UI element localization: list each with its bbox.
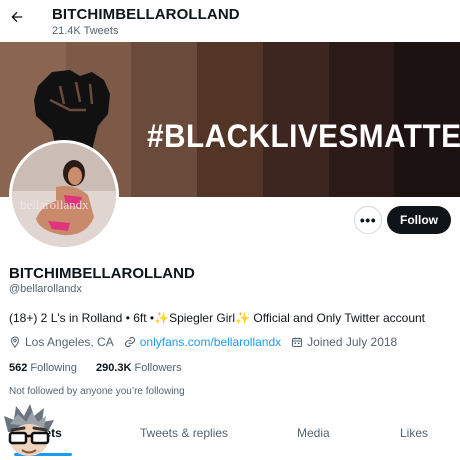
location-pin-icon: [10, 336, 20, 348]
following-link[interactable]: 562 Following: [9, 362, 77, 374]
follow-counts: 562 Following 290.3K Followers: [9, 362, 198, 374]
profile-handle: @bellarollandx: [9, 283, 82, 295]
tab-media[interactable]: Media: [297, 426, 330, 440]
location: Los Angeles, CA: [9, 335, 114, 349]
followers-label: Followers: [134, 362, 182, 374]
not-followed-notice: Not followed by anyone you’re following: [9, 386, 185, 397]
profile-header: BITCHIMBELLAROLLAND 21.4K Tweets: [0, 0, 460, 42]
tweet-count: 21.4K Tweets: [52, 25, 119, 37]
calendar-icon: [292, 337, 303, 347]
cartoon-avatar-icon: [4, 404, 54, 456]
profile-bio: (18+) 2 L's in Rolland • 6ft •✨Spiegler …: [9, 311, 425, 325]
followers-count: 290.3K: [95, 362, 132, 374]
follow-button[interactable]: Follow: [387, 206, 451, 234]
join-date-text: Joined July 2018: [307, 335, 398, 349]
tab-likes[interactable]: Likes: [400, 426, 428, 440]
arrow-left-icon: [11, 11, 23, 23]
avatar-watermark: bellarollandx: [20, 197, 89, 212]
tab-tweets-replies[interactable]: Tweets & replies: [140, 426, 228, 440]
bio-text: Official and Only Twitter account: [250, 311, 426, 325]
link-icon: [124, 336, 135, 348]
more-options-button[interactable]: •••: [354, 206, 382, 234]
following-label: Following: [30, 362, 77, 374]
header-title: BITCHIMBELLAROLLAND: [52, 6, 240, 23]
following-count: 562: [9, 362, 28, 374]
avatar-photo: bellarollandx: [12, 143, 116, 247]
bio-text: Spiegler Girl: [169, 311, 236, 325]
banner-hashtag: #BLACKLIVESMATTER: [147, 118, 460, 154]
profile-avatar[interactable]: bellarollandx: [9, 140, 119, 250]
profile-tabs: Tweets Tweets & replies Media Likes: [0, 420, 460, 460]
location-text: Los Angeles, CA: [25, 335, 114, 349]
back-button[interactable]: [6, 4, 28, 30]
sparkle-emoji: ✨: [235, 311, 251, 325]
bio-text: (18+) 2 L's in Rolland • 6ft •: [9, 311, 155, 325]
sparkle-emoji: ✨: [154, 311, 170, 325]
profile-name: BITCHIMBELLAROLLAND: [9, 265, 195, 282]
profile-meta: Los Angeles, CA onlyfans.com/bellarollan…: [9, 335, 407, 349]
followers-link[interactable]: 290.3K Followers: [96, 362, 182, 374]
link-text[interactable]: onlyfans.com/bellarollandx: [140, 335, 281, 349]
join-date: Joined July 2018: [291, 335, 397, 349]
profile-link[interactable]: onlyfans.com/bellarollandx: [124, 335, 281, 349]
